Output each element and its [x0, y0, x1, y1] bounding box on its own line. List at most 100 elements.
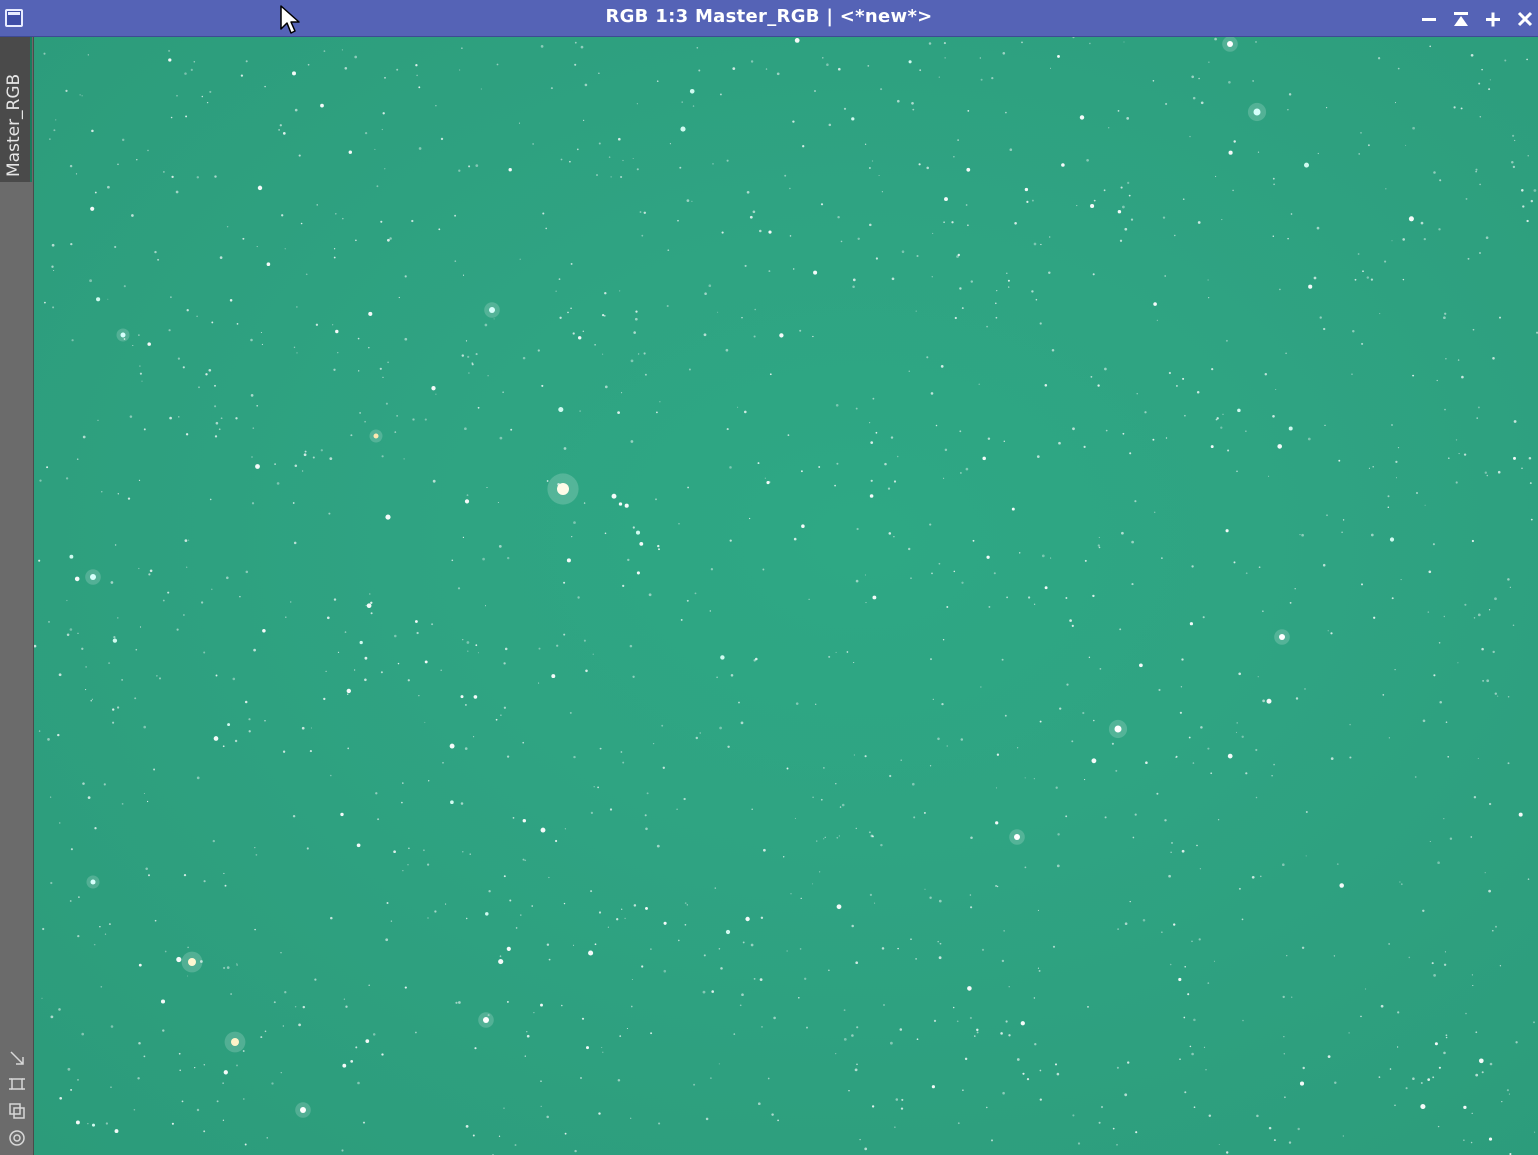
star: [1242, 1019, 1244, 1022]
star: [310, 727, 312, 729]
star: [1255, 41, 1257, 43]
star: [823, 767, 825, 769]
close-icon[interactable]: [1514, 8, 1536, 30]
star: [818, 466, 821, 468]
star: [1027, 596, 1031, 599]
star: [50, 1015, 54, 1019]
star: [507, 556, 510, 560]
star: [1099, 668, 1102, 670]
star: [1129, 452, 1132, 455]
star: [1388, 943, 1390, 945]
star: [835, 1053, 837, 1055]
star: [684, 923, 687, 926]
star: [38, 559, 41, 562]
star: [1431, 962, 1434, 965]
star: [980, 78, 983, 81]
bright-star: [90, 879, 96, 885]
star: [585, 669, 588, 673]
star: [1447, 755, 1450, 758]
star: [1394, 102, 1397, 104]
star: [1364, 988, 1367, 990]
star: [1387, 506, 1390, 509]
star: [1097, 544, 1100, 547]
star: [162, 599, 165, 602]
star: [981, 948, 985, 951]
star: [835, 651, 837, 653]
star: [526, 1031, 528, 1033]
star: [566, 558, 571, 563]
star: [330, 916, 333, 920]
star: [41, 997, 43, 999]
star: [766, 481, 770, 485]
star: [663, 921, 667, 925]
star: [643, 352, 646, 355]
arrow-pointer-icon[interactable]: [6, 1047, 28, 1069]
star: [1287, 237, 1289, 240]
star: [619, 290, 621, 292]
star: [70, 1088, 73, 1091]
crop-frame-icon[interactable]: [6, 1073, 28, 1095]
duplicate-icon[interactable]: [6, 1100, 28, 1122]
star: [498, 545, 502, 548]
star: [855, 827, 858, 830]
star: [493, 318, 495, 320]
star: [107, 185, 110, 189]
star: [582, 119, 585, 122]
star: [520, 914, 522, 916]
star: [555, 290, 557, 292]
star: [551, 674, 556, 679]
star: [881, 947, 885, 950]
star: [196, 176, 200, 179]
star: [643, 211, 647, 215]
star: [816, 840, 818, 842]
star: [928, 42, 932, 45]
star: [1399, 881, 1401, 883]
star: [1196, 390, 1200, 394]
minimize-icon[interactable]: [1418, 8, 1440, 30]
star: [1301, 533, 1304, 537]
star: [1436, 379, 1438, 382]
star: [1405, 1087, 1408, 1090]
star: [717, 311, 719, 313]
star: [89, 279, 92, 283]
star: [702, 990, 706, 994]
star: [630, 359, 634, 363]
star: [39, 479, 42, 482]
star: [593, 785, 595, 788]
shade-icon[interactable]: [1450, 8, 1472, 30]
star: [1485, 236, 1489, 239]
star: [869, 494, 874, 498]
star: [1191, 1052, 1194, 1056]
star: [1463, 453, 1467, 456]
view-tab-master-rgb[interactable]: Master_RGB: [0, 37, 32, 182]
star: [1164, 819, 1167, 822]
star: [66, 599, 68, 602]
star: [1397, 447, 1400, 449]
star: [878, 174, 880, 177]
star: [149, 569, 153, 573]
star: [801, 524, 805, 528]
target-icon[interactable]: [6, 1127, 28, 1149]
star: [1429, 840, 1431, 843]
star: [178, 1052, 181, 1055]
star: [205, 373, 208, 376]
star: [1026, 1077, 1030, 1081]
star: [1008, 986, 1010, 988]
star: [266, 1137, 268, 1139]
image-canvas[interactable]: [34, 37, 1538, 1155]
star: [1396, 1046, 1399, 1048]
star: [1200, 726, 1203, 729]
star: [1472, 984, 1474, 987]
star: [471, 363, 474, 366]
bright-star: [1014, 834, 1020, 840]
maximize-icon[interactable]: [1482, 8, 1504, 30]
title-bar[interactable]: RGB 1:3 Master_RGB | <*new*>: [0, 0, 1538, 37]
star: [900, 759, 902, 761]
star: [942, 639, 945, 641]
star: [1211, 367, 1214, 371]
star: [753, 659, 756, 662]
star: [1283, 1053, 1285, 1055]
star: [828, 969, 830, 972]
star: [1142, 919, 1146, 922]
star: [1241, 735, 1244, 738]
